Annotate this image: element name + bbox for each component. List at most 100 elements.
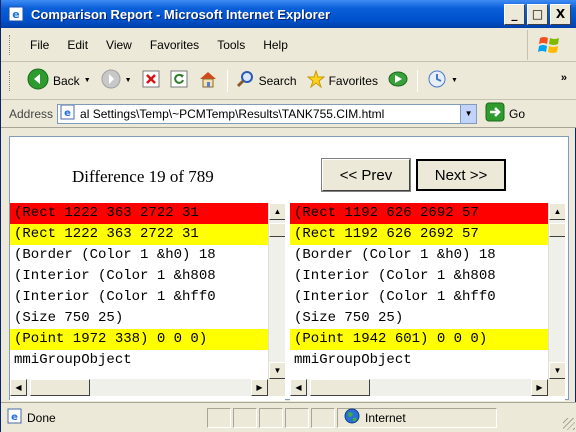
ie-page-icon: e (60, 104, 76, 123)
favorites-star-icon (306, 69, 326, 91)
browser-window: e Comparison Report - Microsoft Internet… (0, 0, 576, 432)
scroll-left-icon[interactable]: ◀ (10, 379, 27, 396)
home-icon (198, 69, 218, 92)
left-vertical-scrollbar[interactable]: ▲ ▼ (268, 203, 285, 379)
stop-button[interactable] (137, 68, 165, 93)
left-horizontal-scrollbar[interactable]: ◀ ▶ (10, 379, 268, 396)
status-cell (259, 407, 283, 428)
back-arrow-icon (27, 68, 49, 93)
close-button[interactable]: X (550, 3, 571, 25)
next-button[interactable]: Next >> (416, 159, 506, 191)
menu-favorites[interactable]: Favorites (142, 36, 207, 54)
status-bar: e Done Internet (1, 402, 576, 432)
security-zone[interactable]: Internet (337, 407, 497, 428)
scroll-right-icon[interactable]: ▶ (531, 379, 548, 396)
window-controls: _ □ X (504, 3, 571, 25)
maximize-button[interactable]: □ (527, 3, 548, 25)
code-line: (Size 750 25) (14, 310, 124, 326)
menu-bar: File Edit View Favorites Tools Help (1, 28, 576, 62)
right-horizontal-thumb[interactable] (310, 379, 370, 396)
title-bar[interactable]: e Comparison Report - Microsoft Internet… (1, 0, 576, 28)
right-horizontal-scrollbar[interactable]: ◀ ▶ (290, 379, 548, 396)
difference-counter: Difference 19 of 789 (72, 167, 214, 186)
ie-page-icon: e (7, 408, 23, 427)
page-content: Difference 19 of 789 << Prev Next >> (Re… (9, 136, 569, 401)
address-dropdown-icon[interactable]: ▼ (460, 104, 477, 123)
back-button[interactable]: Back ▼ (22, 66, 96, 95)
scroll-up-icon[interactable]: ▲ (269, 203, 285, 220)
scroll-up-icon[interactable]: ▲ (549, 203, 565, 220)
code-line: (Rect 1222 363 2722 31 (10, 203, 268, 224)
left-compare-pane[interactable]: (Rect 1222 363 2722 31 (Rect 1222 363 27… (10, 203, 285, 401)
toolbar-grip[interactable] (9, 70, 12, 91)
toolbar-separator-2 (416, 69, 418, 92)
status-cell (207, 407, 231, 428)
menu-edit[interactable]: Edit (59, 36, 96, 54)
favorites-button[interactable]: Favorites (302, 68, 383, 93)
code-line: (Size 750 25) (294, 310, 404, 326)
code-line: (Interior (Color 1 &h808 (14, 268, 216, 284)
code-line: (Rect 1192 626 2692 57 (290, 203, 548, 224)
status-cell (311, 407, 335, 428)
go-button[interactable]: Go (485, 102, 525, 125)
right-lines: (Rect 1192 626 2692 57 (Rect 1192 626 26… (290, 203, 548, 379)
prev-button[interactable]: << Prev (321, 158, 411, 192)
left-vertical-thumb[interactable] (269, 223, 285, 237)
home-button[interactable] (193, 67, 223, 94)
forward-button[interactable]: ▼ (96, 67, 137, 94)
toolbar-separator (226, 69, 228, 92)
window-title: Comparison Report - Microsoft Internet E… (31, 6, 331, 22)
code-line: (Border (Color 1 &h0) 18 (294, 247, 496, 263)
code-line: mmiGroupObject (294, 352, 412, 368)
back-label: Back (53, 73, 80, 88)
menu-file[interactable]: File (22, 36, 57, 54)
menu-grip[interactable] (9, 34, 12, 55)
scroll-left-icon[interactable]: ◀ (290, 379, 307, 396)
right-vertical-scrollbar[interactable]: ▲ ▼ (548, 203, 565, 379)
toolbar-overflow-button[interactable]: » (561, 72, 567, 84)
status-cell (285, 407, 309, 428)
globe-icon (344, 408, 360, 427)
status-cell (233, 407, 257, 428)
scroll-right-icon[interactable]: ▶ (251, 379, 268, 396)
history-button[interactable]: ▼ (422, 67, 463, 94)
code-line: (Interior (Color 1 &hff0 (14, 289, 216, 305)
menu-tools[interactable]: Tools (209, 36, 253, 54)
forward-arrow-icon (101, 69, 121, 92)
code-line: (Interior (Color 1 &h808 (294, 268, 496, 284)
svg-text:e: e (11, 412, 18, 423)
history-icon (427, 69, 447, 92)
address-input[interactable]: al Settings\Temp\~PCMTemp\Results\TANK75… (80, 107, 460, 121)
standard-toolbar: Back ▼ ▼ Search Favorites ▼ » (1, 62, 576, 100)
back-dropdown-icon[interactable]: ▼ (84, 77, 91, 84)
refresh-button[interactable] (165, 68, 193, 93)
code-line: (Rect 1192 626 2692 57 (290, 224, 548, 245)
svg-text:e: e (64, 108, 71, 119)
scroll-down-icon[interactable]: ▼ (269, 362, 285, 379)
zone-label: Internet (365, 410, 406, 425)
code-line: (Point 1972 338) 0 0 0) (10, 329, 268, 350)
menu-view[interactable]: View (98, 36, 140, 54)
code-line: mmiGroupObject (14, 352, 132, 368)
menu-help[interactable]: Help (255, 36, 296, 54)
svg-text:e: e (12, 8, 19, 21)
forward-dropdown-icon[interactable]: ▼ (125, 77, 132, 84)
resize-grip[interactable] (563, 418, 575, 430)
status-text: Done (27, 410, 56, 425)
right-compare-pane[interactable]: (Rect 1192 626 2692 57 (Rect 1192 626 26… (290, 203, 565, 401)
ie-page-icon: e (7, 5, 25, 23)
favorites-label: Favorites (328, 73, 378, 88)
history-dropdown-icon[interactable]: ▼ (451, 77, 458, 84)
left-horizontal-thumb[interactable] (30, 379, 90, 396)
go-arrow-icon (485, 102, 505, 125)
right-vertical-thumb[interactable] (549, 223, 565, 237)
minimize-button[interactable]: _ (504, 3, 525, 25)
code-line: (Rect 1222 363 2722 31 (10, 224, 268, 245)
media-icon (388, 70, 408, 91)
search-icon (236, 70, 255, 91)
scroll-down-icon[interactable]: ▼ (549, 362, 565, 379)
address-field[interactable]: e al Settings\Temp\~PCMTemp\Results\TANK… (57, 103, 478, 124)
media-button[interactable] (383, 68, 413, 93)
search-button[interactable]: Search (232, 68, 302, 93)
left-lines: (Rect 1222 363 2722 31 (Rect 1222 363 27… (10, 203, 268, 379)
